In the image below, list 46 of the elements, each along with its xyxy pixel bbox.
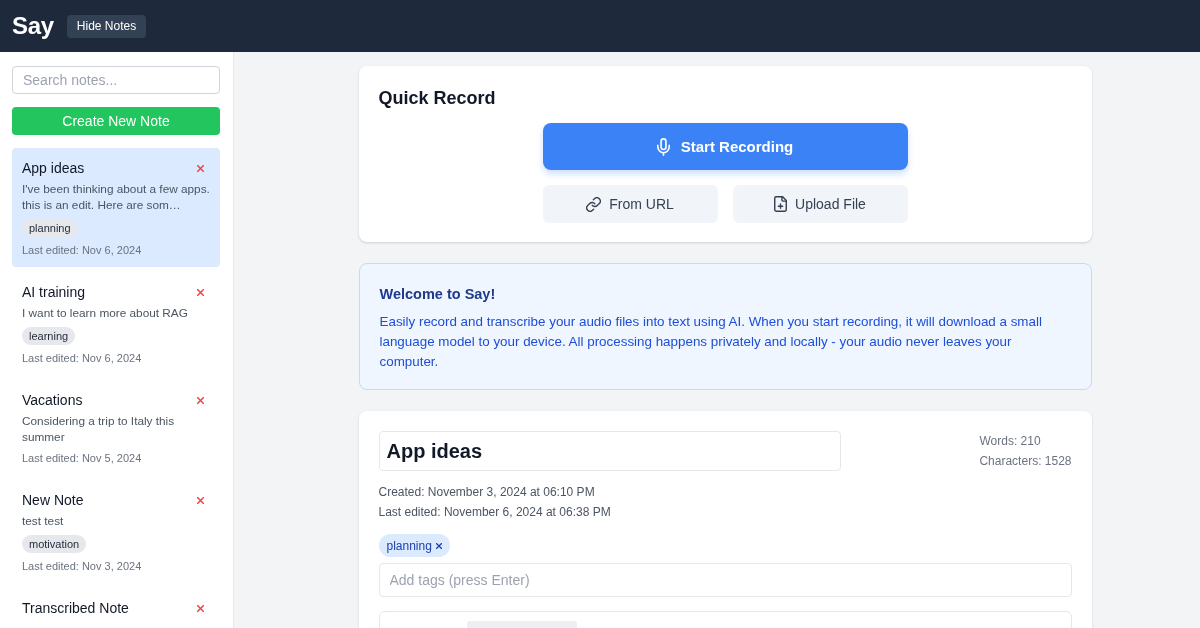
note-list-item[interactable]: Transcribed Note <box>12 588 220 628</box>
upload-file-button[interactable]: Upload File <box>732 185 908 223</box>
remove-icon[interactable] <box>435 542 442 549</box>
card-title: Quick Record <box>378 87 497 110</box>
delete-icon[interactable] <box>197 164 204 172</box>
tag-chip: motivation <box>22 535 87 553</box>
from-url-button[interactable]: From URL <box>542 185 718 223</box>
note-title: Vacations <box>22 391 83 410</box>
file-plus-icon <box>774 196 788 212</box>
microphone-icon <box>656 137 670 156</box>
note-preview: Considering a trip to Italy this summer <box>22 413 176 445</box>
start-recording-button[interactable]: Start Recording <box>542 123 908 170</box>
note-preview: I've been thinking about a few apps. this is an edit. Here are som… <box>22 181 210 213</box>
tag-label: planning <box>386 538 432 553</box>
note-stat: Characters: 1528 <box>979 453 1072 470</box>
last-edited-date: Last edited: Nov 6, 2024 <box>22 351 143 365</box>
link-icon <box>586 196 602 212</box>
note-title: AI training <box>22 283 86 302</box>
delete-icon[interactable] <box>197 396 204 404</box>
delete-icon[interactable] <box>197 604 204 612</box>
note-preview: test test <box>22 513 65 529</box>
delete-icon[interactable] <box>197 496 204 504</box>
note-stat: Words: 210 <box>979 433 1042 450</box>
note-preview: I want to learn more about RAG <box>22 305 189 321</box>
created-date: Created: November 3, 2024 at 06:10 PM <box>378 484 596 501</box>
tag-chip: learning <box>22 327 76 345</box>
app-title: Say <box>12 12 54 40</box>
hide-notes-button[interactable]: Hide Notes <box>66 14 147 38</box>
note-list-item[interactable]: App ideas I've been thinking about a few apps. this is an edit. Here are som… planning Last edited: Nov 6, 2024 <box>12 148 220 267</box>
note-list-item[interactable]: AI training I want to learn more about RAG learning Last edited: Nov 6, 2024 <box>12 272 220 375</box>
welcome-text: Easily record and transcribe your audio files into text using AI. When you start recording, it will download a small language model to your device. All processing happens privately and locally - your audio never leaves your computer. <box>379 313 1043 371</box>
last-edited-date: Last edited: November 6, 2024 at 06:38 PM <box>378 504 612 521</box>
note-title: App ideas <box>22 159 85 178</box>
note-title: New Note <box>22 491 84 510</box>
note-list-item[interactable]: New Note test test motivation Last edited: Nov 3, 2024 <box>12 480 220 583</box>
welcome-title: Welcome to Say! <box>379 285 497 304</box>
last-edited-date: Last edited: Nov 6, 2024 <box>22 243 143 257</box>
search-field[interactable]: Search notes... <box>12 66 220 95</box>
note-list-item[interactable]: Vacations Considering a trip to Italy this summer Last edited: Nov 5, 2024 <box>12 380 220 475</box>
note-title-field[interactable]: App ideas <box>378 431 841 471</box>
tag-chip: planning <box>22 219 78 237</box>
last-edited-date: Last edited: Nov 5, 2024 <box>22 451 143 465</box>
tag-input-field[interactable]: Add tags (press Enter) <box>378 563 1072 597</box>
note-title: Transcribed Note <box>22 599 129 618</box>
last-edited-date: Last edited: Nov 3, 2024 <box>22 559 143 573</box>
delete-icon[interactable] <box>197 288 204 296</box>
